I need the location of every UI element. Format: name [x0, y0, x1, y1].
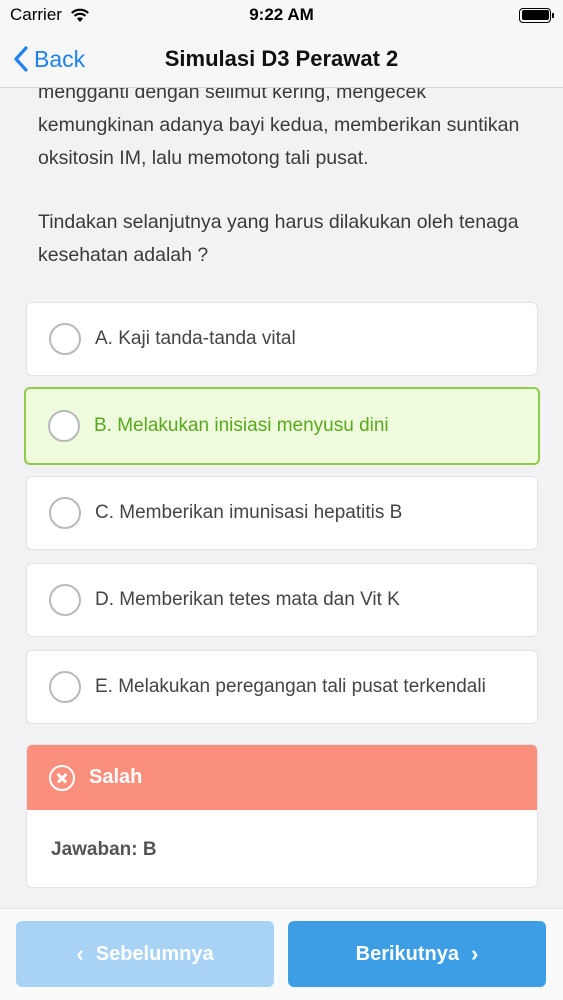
option-c[interactable]: C. Memberikan imunisasi hepatitis B — [26, 476, 538, 550]
wifi-icon — [70, 8, 89, 22]
option-label: E. Melakukan peregangan tali pusat terke… — [95, 676, 486, 697]
result-header: Salah — [27, 745, 537, 810]
previous-label: Sebelumnya — [95, 942, 214, 965]
option-label: D. Memberikan tetes mata dan Vit K — [95, 589, 400, 610]
question-text-part1: mengganti dengan selimut kering, mengece… — [38, 88, 520, 169]
radio-icon — [49, 323, 81, 355]
back-button[interactable]: Back — [14, 30, 85, 88]
radio-icon — [49, 584, 81, 616]
radio-icon — [48, 410, 80, 442]
option-a[interactable]: A. Kaji tanda-tanda vital — [26, 302, 538, 376]
status-left: Carrier — [10, 5, 90, 25]
option-label: C. Memberikan imunisasi hepatitis B — [95, 502, 403, 523]
back-label: Back — [34, 45, 86, 72]
radio-icon — [49, 671, 81, 703]
next-button[interactable]: Berikutnya › — [288, 921, 546, 987]
option-e[interactable]: E. Melakukan peregangan tali pusat terke… — [26, 650, 538, 724]
carrier-label: Carrier — [10, 5, 62, 24]
navigation-bar: Back Simulasi D3 Perawat 2 — [0, 30, 563, 88]
next-label: Berikutnya — [355, 942, 460, 965]
status-bar: Carrier 9:22 AM — [0, 0, 563, 30]
question-content[interactable]: mengganti dengan selimut kering, mengece… — [0, 88, 563, 908]
result-status: Salah — [89, 766, 143, 788]
previous-button[interactable]: ‹ Sebelumnya — [16, 921, 274, 987]
chevron-left-icon — [14, 46, 28, 72]
close-circle-icon — [49, 764, 75, 791]
option-d[interactable]: D. Memberikan tetes mata dan Vit K — [26, 563, 538, 637]
question-text-part2: Tindakan selanjutnya yang harus dilakuka… — [38, 211, 519, 266]
option-b-correct[interactable]: B. Melakukan inisiasi menyusu dini — [24, 387, 540, 465]
chevron-left-icon: ‹ — [76, 941, 84, 966]
option-label: B. Melakukan inisiasi menyusu dini — [94, 415, 389, 436]
chevron-right-icon: › — [471, 941, 479, 966]
result-card: Salah Jawaban: B — [26, 744, 538, 888]
bottom-navigation-bar: ‹ Sebelumnya Berikutnya › — [0, 908, 563, 1000]
battery-icon — [519, 7, 554, 23]
page-title: Simulasi D3 Perawat 2 — [164, 45, 399, 71]
option-label: A. Kaji tanda-tanda vital — [95, 328, 296, 349]
battery-fill — [521, 10, 549, 20]
result-answer: Jawaban: B — [51, 838, 157, 860]
radio-icon — [49, 497, 81, 529]
